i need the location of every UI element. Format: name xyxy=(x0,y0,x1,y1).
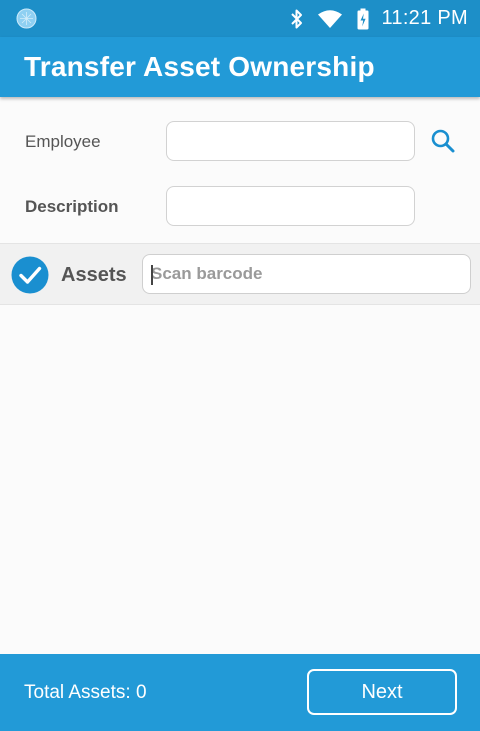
assets-section: Assets xyxy=(0,243,480,305)
checkmark-icon[interactable] xyxy=(11,256,49,294)
battery-icon xyxy=(357,0,369,37)
bluetooth-icon xyxy=(289,0,305,37)
search-icon[interactable] xyxy=(428,126,458,156)
description-label: Description xyxy=(25,197,119,216)
app-status-icon xyxy=(16,8,37,29)
employee-label: Employee xyxy=(25,132,101,151)
asset-list xyxy=(0,306,480,654)
footer-bar: Total Assets: 0 Next xyxy=(0,654,480,731)
status-icons: 11:21 PM xyxy=(289,0,468,37)
employee-field[interactable] xyxy=(166,121,415,161)
app-bar: Transfer Asset Ownership xyxy=(0,37,480,97)
status-bar: 11:21 PM xyxy=(0,0,480,37)
wifi-icon xyxy=(317,0,343,37)
assets-label: Assets xyxy=(61,264,127,286)
scan-barcode-field[interactable] xyxy=(142,254,471,294)
text-cursor xyxy=(151,265,153,285)
status-time: 11:21 PM xyxy=(381,7,468,29)
total-assets-label: Total Assets: 0 xyxy=(24,682,147,703)
description-field[interactable] xyxy=(166,186,415,226)
scan-barcode-input[interactable] xyxy=(149,255,464,292)
next-button[interactable]: Next xyxy=(307,669,457,715)
screen: 11:21 PM Transfer Asset Ownership Employ… xyxy=(0,0,480,731)
page-title: Transfer Asset Ownership xyxy=(24,51,375,82)
